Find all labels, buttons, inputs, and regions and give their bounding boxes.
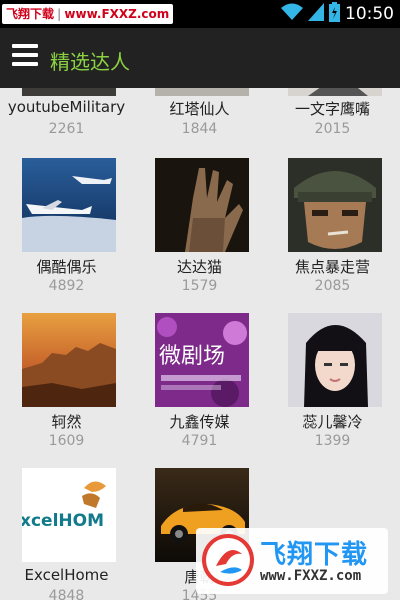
- user-count: 1609: [48, 433, 85, 449]
- user-avatar: [288, 88, 382, 96]
- watermark-logo-icon: [202, 534, 254, 586]
- battery-icon: [329, 2, 340, 26]
- user-name: 红塔仙人: [169, 100, 230, 118]
- user-count: 4848: [48, 588, 85, 600]
- watermark-site: www.FXXZ.com: [260, 568, 362, 584]
- user-count: 1579: [181, 278, 218, 294]
- action-bar: 精选达人: [0, 28, 400, 88]
- watermark-overlay: 飞翔下载 www.FXXZ.com: [196, 528, 388, 594]
- page-title: 精选达人: [50, 50, 130, 74]
- wifi-icon: [281, 3, 303, 25]
- watermark-url: www.FXXZ.com: [64, 7, 170, 21]
- user-count: 1399: [314, 433, 351, 449]
- user-name: ExcelHome: [24, 566, 109, 584]
- watermark-text: 飞翔下载: [6, 7, 55, 21]
- user-count: 2261: [48, 121, 85, 137]
- user-name: 焦点暴走营: [294, 258, 370, 276]
- user-name: 九鑫传媒: [169, 413, 230, 431]
- hamburger-menu-icon[interactable]: [12, 44, 38, 70]
- user-count: 2085: [314, 278, 351, 294]
- user-name: 偶酷偶乐: [36, 258, 97, 276]
- user-name: 达达猫: [176, 258, 222, 276]
- user-avatar: xcelHOM: [22, 468, 116, 562]
- user-name: 蕊儿馨冷: [302, 413, 363, 431]
- user-grid: youtubeMilitary 2261 红塔仙人 1844 一文字鹰嘴 201…: [0, 88, 400, 600]
- user-count: 4892: [48, 278, 85, 294]
- user-avatar: [22, 88, 116, 96]
- user-count: 4791: [181, 433, 218, 449]
- user-avatar: [288, 158, 382, 252]
- user-avatar: [288, 313, 382, 407]
- watermark-badge: 飞翔下载 | www.FXXZ.com: [2, 4, 174, 24]
- user-name: 轲然: [51, 413, 82, 431]
- user-count: 2015: [314, 121, 351, 137]
- signal-icon: [308, 3, 324, 25]
- thumb-text: 微剧场: [159, 344, 225, 369]
- clock: 10:50: [345, 4, 394, 24]
- user-name: youtubeMilitary: [7, 98, 126, 116]
- user-count: 1844: [181, 121, 218, 137]
- user-avatar: [155, 158, 249, 252]
- user-avatar: 微剧场: [155, 313, 249, 407]
- user-avatar: [155, 88, 249, 96]
- thumb-text: xcelHOM: [22, 511, 104, 531]
- status-bar: 飞翔下载 | www.FXXZ.com 10:50: [0, 0, 400, 28]
- user-name: 一文字鹰嘴: [294, 100, 370, 118]
- user-avatar: [22, 158, 116, 252]
- user-avatar: [22, 313, 116, 407]
- watermark-brand: 飞翔下载: [260, 540, 369, 570]
